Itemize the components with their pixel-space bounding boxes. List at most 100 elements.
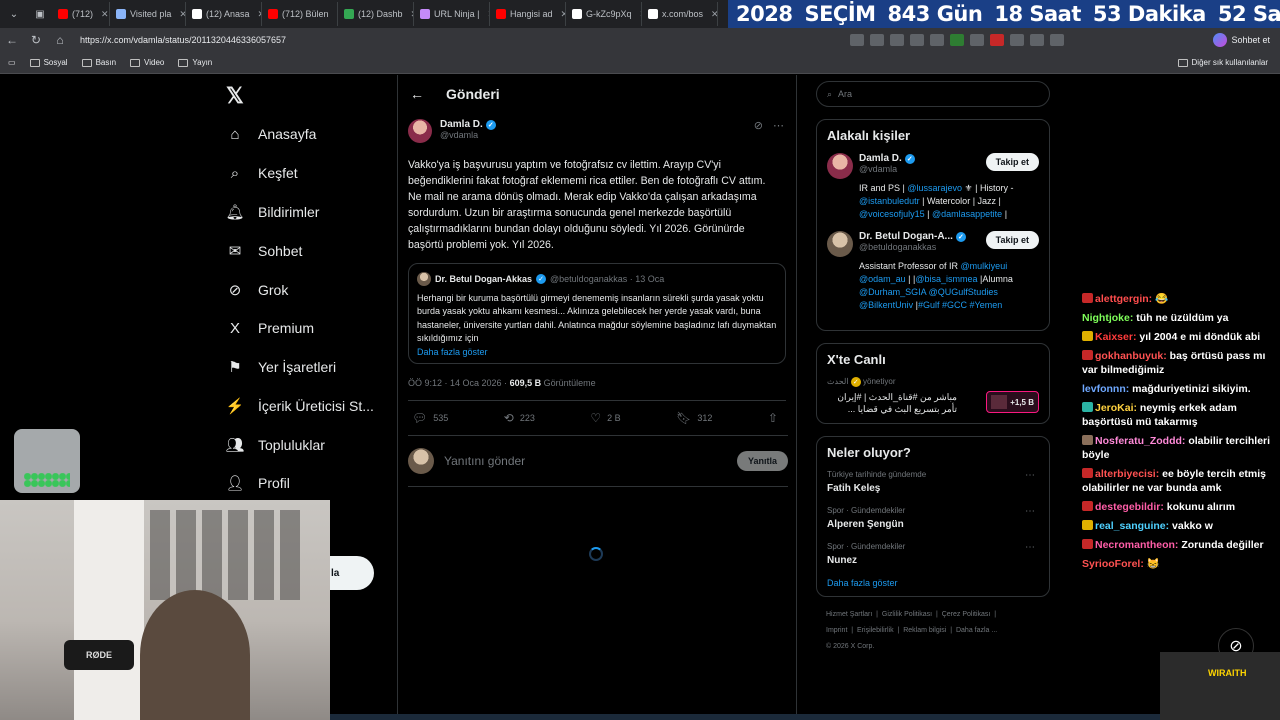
person-item[interactable]: Damla D. ✓ @vdamla IR and PS | @lussaraje… — [827, 153, 1039, 221]
search-input[interactable]: ⌕ Ara — [816, 81, 1050, 107]
bio-link[interactable]: @lussarajevo — [907, 183, 962, 193]
person-item[interactable]: Dr. Betul Dogan-A... ✓ @betuldoganakkas A… — [827, 231, 1039, 312]
tab-list-icon[interactable]: ⌄ — [2, 4, 26, 24]
bio-link[interactable]: @istanbuledutr — [859, 196, 920, 206]
browser-tab[interactable]: (712) Bülen✕ — [262, 2, 338, 26]
bookmark-folder[interactable]: Video — [130, 58, 164, 67]
nav-item[interactable]: ⚑ Yer İşaretleri — [226, 358, 336, 376]
follow-button[interactable]: Takip et — [985, 231, 1039, 249]
like-button[interactable]: ♡ 2 B — [590, 411, 620, 425]
tab-favicon-icon — [58, 9, 68, 19]
grok-explain-icon[interactable]: ⊘ — [754, 119, 763, 132]
trends-card: Neler oluyor? Türkiye tarihinde gündemde… — [816, 436, 1050, 597]
follow-button[interactable]: Takip et — [985, 153, 1039, 171]
back-arrow-icon[interactable]: ← — [410, 86, 424, 102]
browser-tab[interactable]: (12) Anasa✕ — [186, 2, 262, 26]
repost-button[interactable]: ⟲ 223 — [504, 411, 535, 425]
more-options-icon[interactable]: ⋯ — [1025, 470, 1035, 481]
bookmark-folder[interactable]: Sosyal — [29, 58, 68, 67]
tab-actions-icon[interactable]: ▣ — [28, 4, 52, 24]
x-logo-icon[interactable]: 𝕏 — [226, 83, 244, 109]
bio-link[interactable]: @voicesofjuly15 — [859, 209, 925, 219]
trend-item[interactable]: Türkiye tarihinde gündemde Fatih Keleş ⋯ — [827, 470, 1039, 494]
extension-icon[interactable] — [1010, 34, 1024, 46]
browser-tab[interactable]: Visited pla ✕ — [110, 2, 186, 26]
extension-icon[interactable] — [1030, 34, 1044, 46]
author-row: Damla D. ✓ @vdamla ⊘ ⋯ — [408, 119, 786, 143]
extension-icon[interactable] — [930, 34, 944, 46]
footer-link[interactable]: Erişilebilirlik — [857, 627, 894, 634]
footer-link[interactable]: Gizlilik Politikası — [882, 611, 932, 618]
nav-item[interactable]: 👥︎ Topluluklar — [225, 436, 324, 454]
browser-tab[interactable]: URL Ninja |✕ — [414, 2, 490, 26]
back-icon[interactable]: ← — [0, 28, 24, 52]
bookmark-folder[interactable]: Basın — [81, 58, 116, 67]
reload-icon[interactable]: ↻ — [24, 28, 48, 52]
extension-icon[interactable] — [870, 34, 884, 46]
url-field[interactable]: https://x.com/vdamla/status/201132044633… — [80, 30, 840, 50]
footer-link[interactable]: Reklam bilgisi — [903, 627, 946, 634]
trends-show-more-link[interactable]: Daha fazla göster — [827, 578, 1039, 588]
nav-item[interactable]: ⌕ Keşfet — [226, 164, 298, 182]
post-button-partial[interactable]: la — [330, 556, 374, 590]
other-bookmarks[interactable]: Diğer sık kullanılanlar — [1177, 58, 1268, 67]
browser-tab[interactable]: (12) Dashb✕ — [338, 2, 414, 26]
quoted-tweet[interactable]: Dr. Betul Dogan-Akkas ✓ @betuldoganakkas… — [408, 263, 786, 364]
extension-icon[interactable] — [970, 34, 984, 46]
copilot-chat-button[interactable]: Sohbet et — [1213, 33, 1270, 47]
footer-link[interactable]: Imprint — [826, 627, 847, 634]
nav-item[interactable]: X Premium — [226, 319, 314, 337]
author-name[interactable]: Damla D. — [440, 119, 483, 130]
avatar[interactable] — [408, 119, 432, 143]
nav-item[interactable]: ⊘ Grok — [226, 281, 289, 299]
bookmark-folder[interactable]: Yayın — [178, 58, 212, 67]
browser-tab[interactable]: (712) ✕ — [52, 2, 110, 26]
reply-submit-button[interactable]: Yanıtla — [736, 450, 788, 471]
footer-link[interactable]: Çerez Politikası — [942, 611, 991, 618]
extension-icon[interactable] — [950, 34, 964, 46]
extension-icon[interactable] — [990, 34, 1004, 46]
bio-link[interactable]: #Gulf #GCC #Yemen — [918, 300, 1002, 310]
bio-link[interactable]: @odam_au — [859, 274, 906, 284]
nav-item[interactable]: 👤︎ Profil — [225, 474, 289, 492]
nav-item[interactable]: ✉ Sohbet — [226, 242, 303, 260]
chat-username: Necromantheon: — [1095, 539, 1179, 551]
nav-item[interactable]: ⚡ İçerik Üreticisi St... — [226, 397, 374, 415]
extension-icon[interactable] — [890, 34, 904, 46]
bio-link[interactable]: @mulkiyeui — [961, 261, 1008, 271]
author-handle[interactable]: @vdamla — [440, 130, 496, 140]
reply-button[interactable]: 💬︎ 535 — [412, 411, 448, 425]
footer-link[interactable]: Daha fazla ... — [956, 627, 997, 634]
extension-icon[interactable] — [1050, 34, 1064, 46]
tweet-time[interactable]: ÖÖ 9:12 · 14 Oca 2026 · — [408, 378, 510, 388]
tab-favicon-icon — [268, 9, 278, 19]
extension-icon[interactable] — [910, 34, 924, 46]
bookmarks-menu-icon[interactable]: ▭ — [8, 58, 16, 67]
avatar — [827, 231, 853, 257]
bio-link[interactable]: @damlasappetite — [932, 209, 1002, 219]
quote-show-more-link[interactable]: Daha fazla göster — [417, 347, 777, 357]
more-options-icon[interactable]: ⋯ — [1025, 542, 1035, 553]
reply-input[interactable]: Yanıtını gönder — [444, 454, 727, 468]
close-icon[interactable]: ✕ — [179, 9, 185, 20]
browser-tab[interactable]: x.com/bos ✕ — [642, 2, 718, 26]
live-item[interactable]: مباشر من #قناة_الحدث | #إيران تأمر بتسري… — [827, 391, 1039, 415]
bookmark-button[interactable]: 🔖︎ 312 — [676, 411, 712, 425]
extension-icon[interactable] — [850, 34, 864, 46]
tab-title: (12) Dashb — [358, 9, 403, 19]
browser-tab[interactable]: Hangisi ad✕ — [490, 2, 566, 26]
trend-item[interactable]: Spor · Gündemdekiler Alperen Şengün ⋯ — [827, 506, 1039, 530]
footer-link[interactable]: Hizmet Şartları — [826, 611, 872, 618]
more-options-icon[interactable]: ⋯ — [1025, 506, 1035, 517]
browser-tab[interactable]: G-kZc9pXq✕ — [566, 2, 642, 26]
nav-item[interactable]: ⌂ Anasayfa — [226, 125, 316, 143]
bio-link[interactable]: @bisa_ismmea — [915, 274, 977, 284]
close-icon[interactable]: ✕ — [711, 9, 717, 20]
trend-item[interactable]: Spor · Gündemdekiler Nunez ⋯ — [827, 542, 1039, 566]
share-button[interactable]: ⇧ — [768, 411, 778, 425]
chat-badge-icon — [1082, 293, 1093, 303]
close-icon[interactable]: ✕ — [101, 9, 109, 20]
home-icon[interactable]: ⌂ — [48, 28, 72, 52]
nav-item[interactable]: 🔔︎ Bildirimler — [225, 203, 319, 221]
more-options-icon[interactable]: ⋯ — [773, 119, 784, 132]
